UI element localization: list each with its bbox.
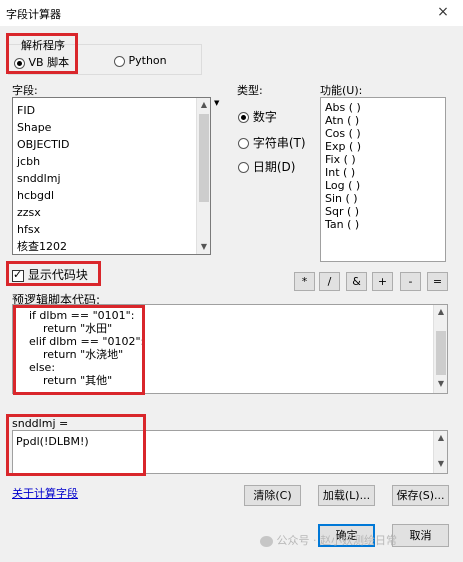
radio-string[interactable]: 字符串(T) xyxy=(238,134,306,151)
operator-concat-button[interactable]: & xyxy=(346,272,367,291)
highlight-prelogic xyxy=(13,305,145,395)
radio-vb[interactable]: VB 脚本 xyxy=(14,54,69,70)
cancel-button[interactable]: 取消 xyxy=(392,524,449,547)
checkbox-indicator xyxy=(12,268,24,282)
prelogic-scrollbar[interactable]: ▲ ▼ xyxy=(433,305,447,393)
scroll-down-icon[interactable]: ▼ xyxy=(434,459,447,468)
watermark-text: 公众号 · 赵小妖测绘日常 xyxy=(276,534,398,547)
function-item[interactable]: Int ( ) xyxy=(321,166,361,179)
close-icon[interactable]: × xyxy=(436,5,450,19)
watermark: 公众号 · 赵小妖测绘日常 xyxy=(260,532,397,548)
function-item[interactable]: Log ( ) xyxy=(321,179,361,192)
clear-button[interactable]: 清除(C) xyxy=(244,485,301,506)
radio-number-indicator xyxy=(238,112,249,123)
field-item[interactable]: OBJECTID xyxy=(13,136,196,153)
field-item[interactable]: FID xyxy=(13,102,196,119)
function-item[interactable]: Fix ( ) xyxy=(321,153,361,166)
scroll-thumb[interactable] xyxy=(199,114,209,202)
field-item[interactable]: Shape xyxy=(13,119,196,136)
radio-python-indicator xyxy=(114,55,125,67)
fields-label: 字段: xyxy=(12,84,38,97)
radio-date-indicator xyxy=(238,162,249,173)
scroll-down-icon[interactable]: ▼ xyxy=(197,242,210,251)
radio-date-label: 日期(D) xyxy=(252,160,296,174)
radio-python[interactable]: Python xyxy=(114,54,167,67)
functions-listbox[interactable]: Abs ( ) Atn ( ) Cos ( ) Exp ( ) Fix ( ) … xyxy=(320,97,446,262)
function-item[interactable]: Exp ( ) xyxy=(321,140,361,153)
radio-string-indicator xyxy=(238,138,249,149)
function-item[interactable]: Sin ( ) xyxy=(321,192,361,205)
field-item[interactable]: snddlmj xyxy=(13,170,196,187)
radio-vb-label: VB 脚本 xyxy=(28,56,70,69)
field-item[interactable]: 核查1202 xyxy=(13,238,196,254)
function-item[interactable]: Abs ( ) xyxy=(321,101,361,114)
function-item[interactable]: Cos ( ) xyxy=(321,127,361,140)
field-item[interactable]: hfsx xyxy=(13,221,196,238)
fields-list: FID Shape OBJECTID jcbh snddlmj hcbgdl z… xyxy=(13,102,196,254)
parser-label: 解析程序 xyxy=(21,39,65,52)
scroll-up-icon[interactable]: ▲ xyxy=(434,433,447,442)
help-link[interactable]: 关于计算字段 xyxy=(12,485,78,501)
highlight-expression xyxy=(6,414,146,476)
fields-scrollbar[interactable]: ▲ ▼ xyxy=(196,98,210,254)
fields-sort-icon[interactable]: ▼ xyxy=(214,99,219,107)
radio-vb-indicator xyxy=(14,57,25,69)
functions-label: 功能(U): xyxy=(320,84,363,97)
functions-list: Abs ( ) Atn ( ) Cos ( ) Exp ( ) Fix ( ) … xyxy=(321,101,361,231)
function-item[interactable]: Sqr ( ) xyxy=(321,205,361,218)
operator-multiply-button[interactable]: * xyxy=(294,272,315,291)
type-label: 类型: xyxy=(237,84,263,97)
field-item[interactable]: hcbgdl xyxy=(13,187,196,204)
field-item[interactable]: zzsx xyxy=(13,204,196,221)
show-codeblock-label: 显示代码块 xyxy=(27,268,88,282)
scroll-thumb[interactable] xyxy=(436,331,446,375)
show-codeblock-checkbox[interactable]: 显示代码块 xyxy=(12,266,88,283)
scroll-up-icon[interactable]: ▲ xyxy=(197,100,210,109)
radio-python-label: Python xyxy=(128,54,167,67)
operator-equals-button[interactable]: = xyxy=(427,272,448,291)
field-item[interactable]: jcbh xyxy=(13,153,196,170)
operator-divide-button[interactable]: / xyxy=(319,272,340,291)
fields-listbox[interactable]: FID Shape OBJECTID jcbh snddlmj hcbgdl z… xyxy=(12,97,211,255)
scroll-down-icon[interactable]: ▼ xyxy=(434,379,447,388)
radio-string-label: 字符串(T) xyxy=(252,136,306,150)
operator-plus-button[interactable]: + xyxy=(372,272,393,291)
scroll-up-icon[interactable]: ▲ xyxy=(434,307,447,316)
radio-date[interactable]: 日期(D) xyxy=(238,158,295,175)
window-title: 字段计算器 xyxy=(6,8,61,21)
function-item[interactable]: Atn ( ) xyxy=(321,114,361,127)
save-button[interactable]: 保存(S)... xyxy=(392,485,449,506)
radio-number-label: 数字 xyxy=(252,110,277,124)
function-item[interactable]: Tan ( ) xyxy=(321,218,361,231)
expression-scrollbar[interactable]: ▲ ▼ xyxy=(433,431,447,473)
wechat-icon xyxy=(260,535,273,547)
title-bar xyxy=(0,0,463,26)
load-button[interactable]: 加载(L)... xyxy=(318,485,375,506)
operator-minus-button[interactable]: - xyxy=(400,272,421,291)
radio-number[interactable]: 数字 xyxy=(238,108,277,125)
